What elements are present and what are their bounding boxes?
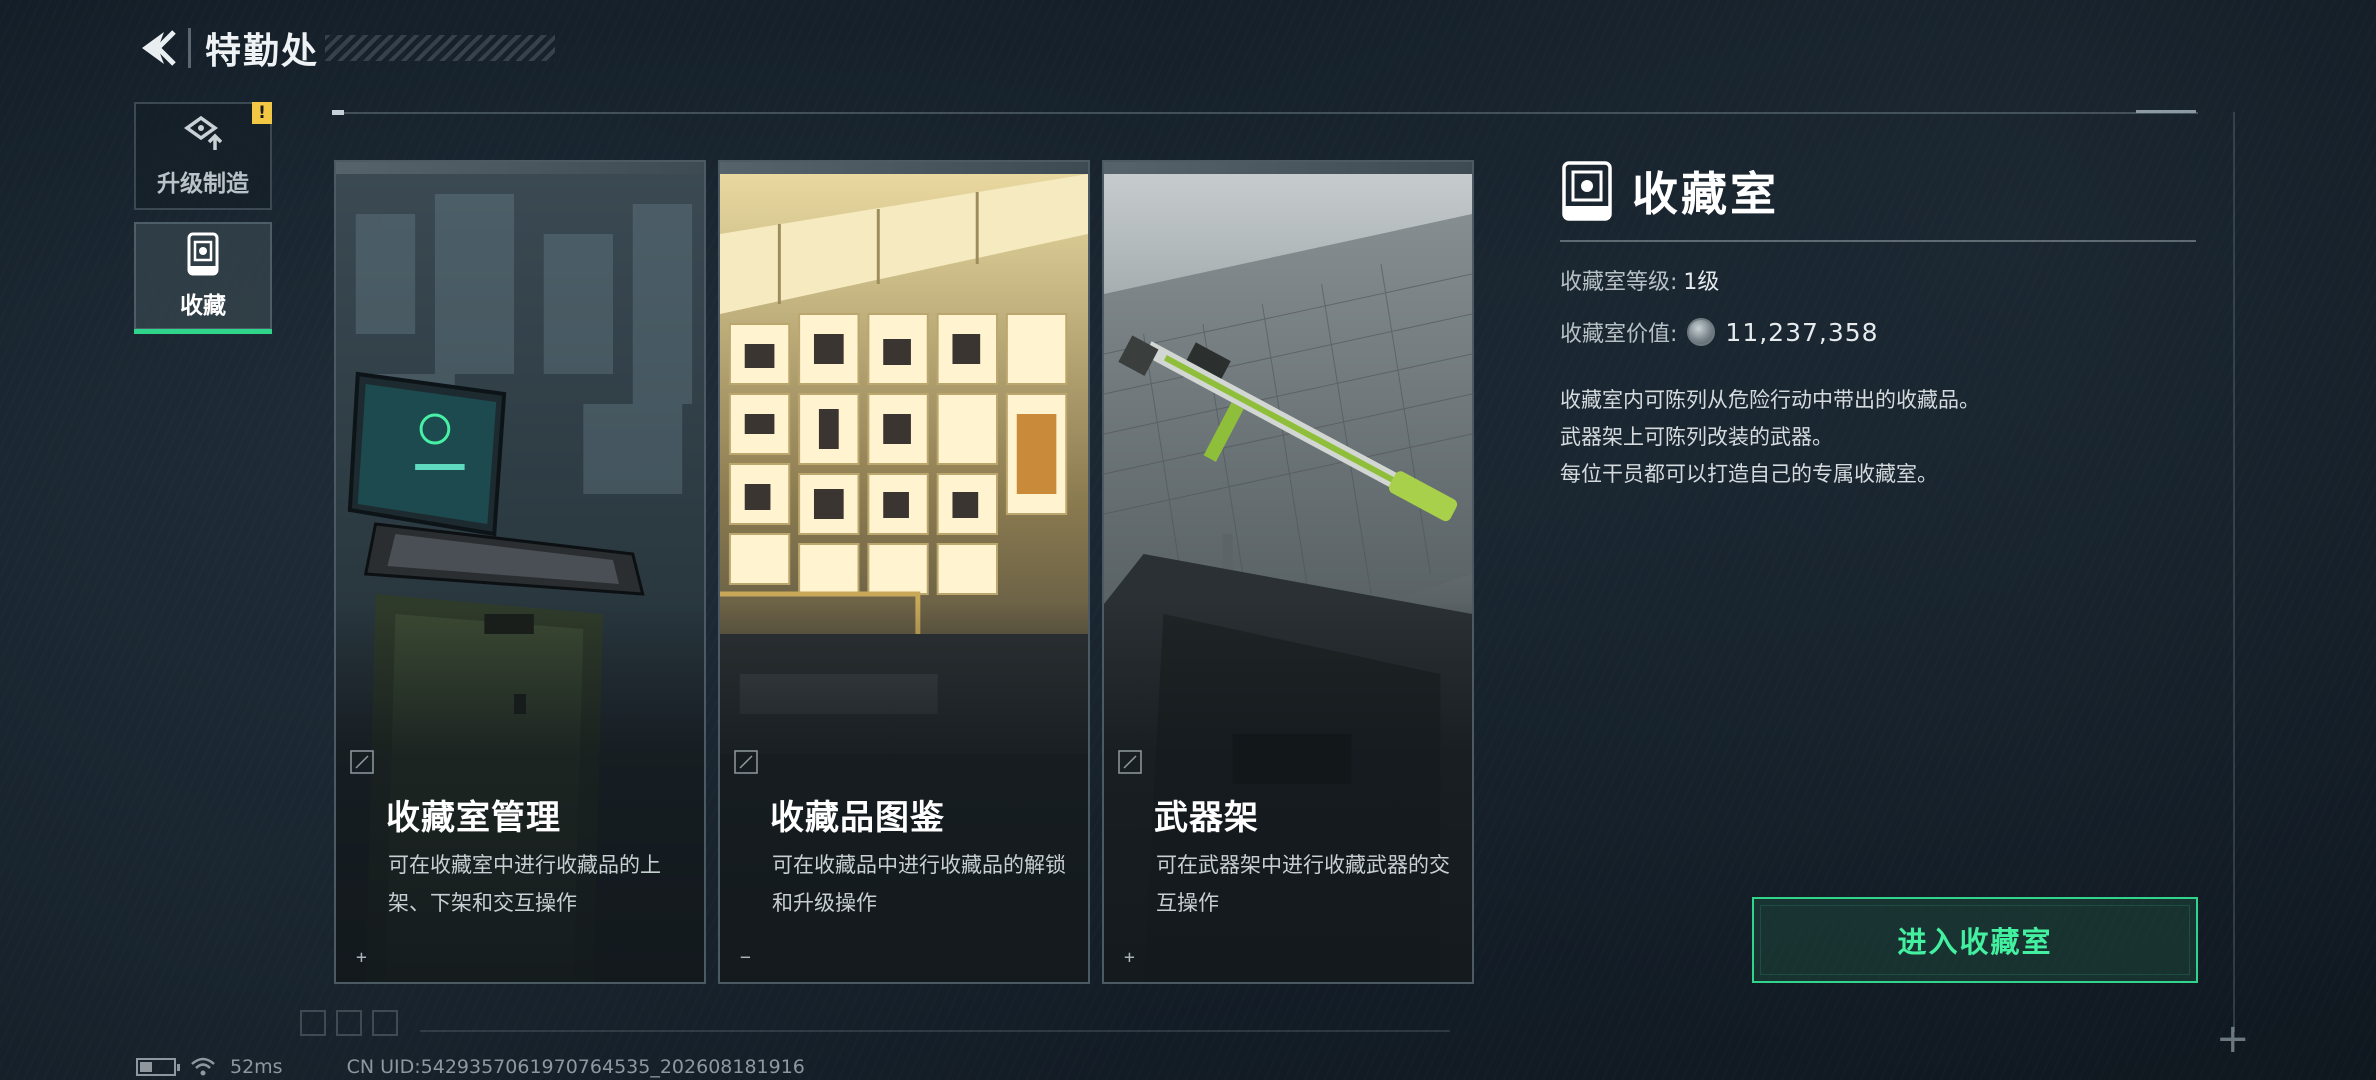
player-uid: CN UID:5429357061970764535_202608181916	[346, 1056, 805, 1078]
value-amount: 11,237,358	[1725, 317, 1879, 347]
battery-icon	[136, 1058, 180, 1076]
level-label: 收藏室等级:	[1560, 270, 1678, 295]
collection-info-panel: 收藏室 收藏室等级: 1级 收藏室价值: 11,237,358 收藏室内可陈列从…	[1560, 158, 2196, 493]
enter-collection-label: 进入收藏室	[1897, 925, 2053, 959]
collection-room-icon	[187, 232, 219, 276]
card-corner-mark: −	[740, 947, 751, 968]
info-divider	[1560, 240, 2196, 242]
right-edge-decoration	[2233, 112, 2235, 1032]
card-title: 收藏品图鉴	[770, 798, 945, 838]
enter-collection-button[interactable]: 进入收藏室	[1752, 897, 2198, 983]
page-title: 特勤处	[205, 31, 320, 72]
level-row: 收藏室等级: 1级	[1560, 264, 2196, 296]
top-divider	[332, 112, 2198, 114]
back-arrow-icon	[142, 30, 176, 66]
card-description: 可在武器架中进行收藏武器的交互操作	[1156, 853, 1450, 915]
status-bar: 52ms CN UID:5429357061970764535_20260818…	[136, 1056, 805, 1078]
info-title: 收藏室	[1632, 167, 1779, 221]
bottom-divider	[420, 1030, 1450, 1032]
nav-item-label: 升级制造	[157, 171, 249, 197]
header: 特勤处	[136, 22, 556, 74]
deco-square	[372, 1010, 398, 1036]
info-header: 收藏室	[1560, 158, 2196, 224]
feature-cards: 收藏室管理 可在收藏室中进行收藏品的上架、下架和交互操作 + 收藏品图鉴 可在收…	[334, 160, 1474, 984]
deco-square	[300, 1010, 326, 1036]
wifi-icon	[191, 1057, 215, 1076]
side-nav: ! 升级制造 收藏	[134, 102, 272, 342]
bottom-decoration	[300, 1010, 398, 1036]
ping-value: 52ms	[230, 1056, 283, 1078]
deco-square	[336, 1010, 362, 1036]
top-divider-tick	[332, 110, 344, 115]
value-label: 收藏室价值:	[1560, 322, 1678, 347]
card-tab	[1104, 162, 1472, 174]
upgrade-craft-icon	[183, 115, 223, 150]
card-weapon-rack[interactable]: 武器架 可在武器架中进行收藏武器的交互操作 +	[1102, 160, 1474, 984]
nav-item-collection[interactable]: 收藏	[134, 222, 272, 334]
card-collection-management[interactable]: 收藏室管理 可在收藏室中进行收藏品的上架、下架和交互操作 +	[334, 160, 706, 984]
card-tab	[336, 162, 704, 174]
card-title: 收藏室管理	[386, 798, 561, 838]
header-divider	[188, 28, 191, 68]
card-description: 可在收藏室中进行收藏品的上架、下架和交互操作	[388, 853, 661, 915]
info-description-line: 武器架上可陈列改装的武器。	[1560, 425, 1833, 449]
nav-item-upgrade-craft[interactable]: ! 升级制造	[134, 102, 272, 210]
alert-badge: !	[252, 102, 272, 124]
card-title: 武器架	[1154, 798, 1259, 838]
card-collectibles-catalog[interactable]: 收藏品图鉴 可在收藏品中进行收藏品的解锁和升级操作 −	[718, 160, 1090, 984]
currency-coin-icon	[1687, 318, 1716, 346]
card-description: 可在收藏品中进行收藏品的解锁和升级操作	[772, 853, 1066, 915]
card-corner-mark: +	[1124, 947, 1135, 968]
card-tab	[720, 162, 1088, 174]
expand-corner-icon	[1118, 750, 1142, 774]
top-divider-tick	[2136, 110, 2196, 113]
header-hatch-decoration	[325, 35, 556, 61]
info-description-line: 收藏室内可陈列从危险行动中带出的收藏品。	[1560, 388, 1980, 412]
back-button[interactable]	[136, 26, 180, 70]
info-description: 收藏室内可陈列从危险行动中带出的收藏品。 武器架上可陈列改装的武器。 每位干员都…	[1560, 382, 2196, 493]
nav-item-label: 收藏	[180, 293, 226, 319]
card-corner-mark: +	[356, 947, 367, 968]
expand-corner-icon	[734, 750, 758, 774]
collection-room-icon	[1562, 161, 1612, 221]
level-value: 1级	[1683, 270, 1720, 295]
info-description-line: 每位干员都可以打造自己的专属收藏室。	[1560, 462, 1938, 486]
value-row: 收藏室价值: 11,237,358	[1560, 316, 2196, 348]
expand-corner-icon	[350, 750, 374, 774]
